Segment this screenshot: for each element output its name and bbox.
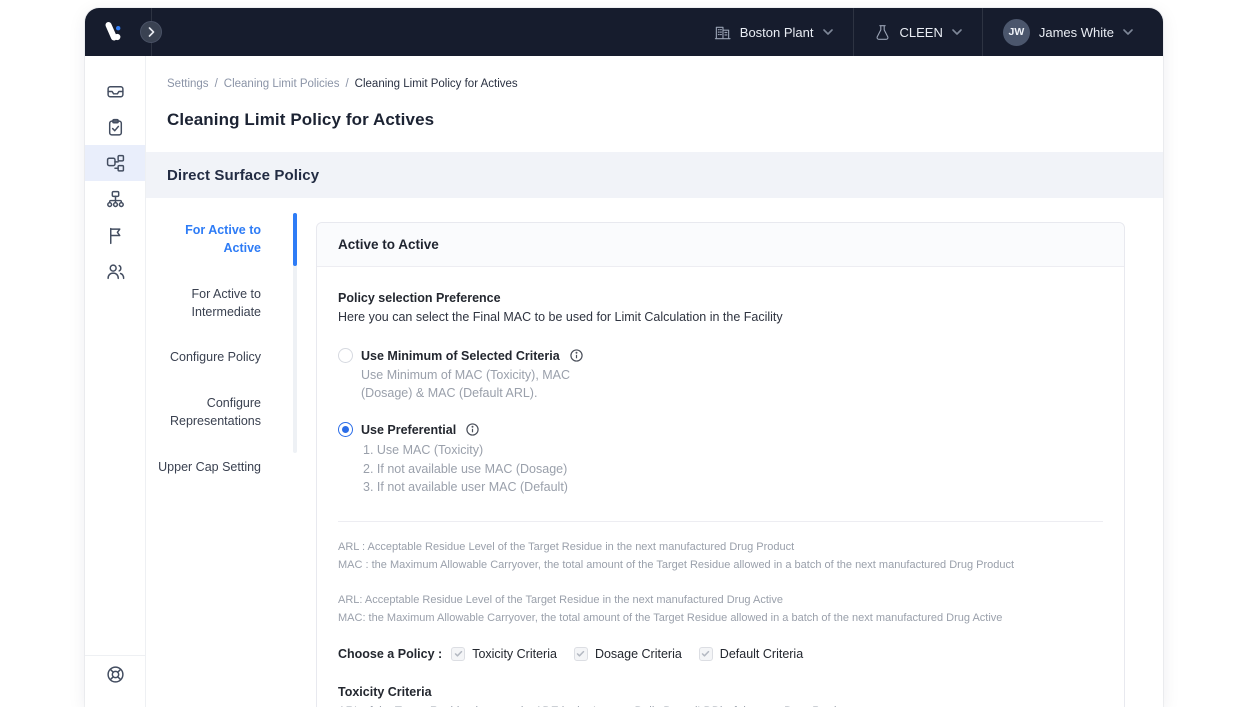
subnav-for-active-to-active[interactable]: For Active to Active: [149, 221, 261, 257]
plant-selector-label: Boston Plant: [740, 25, 814, 40]
breadcrumb-cleaning-limit-policies[interactable]: Cleaning Limit Policies: [224, 78, 340, 90]
panel-header: Active to Active: [317, 223, 1124, 267]
page-title: Cleaning Limit Policy for Actives: [167, 110, 434, 130]
checkbox-checked-icon[interactable]: [699, 647, 713, 661]
mac-definition: MAC: the Maximum Allowable Carryover, th…: [338, 609, 1103, 627]
preferential-step: 3. If not available user MAC (Default): [363, 478, 1103, 497]
option-label: Use Preferential: [361, 423, 456, 437]
policy-sub-area: For Active to Active For Active to Inter…: [146, 198, 1163, 707]
sidebar-item-policies[interactable]: [85, 145, 145, 181]
avatar: JW: [1003, 19, 1030, 46]
main-content: Settings / Cleaning Limit Policies / Cle…: [146, 56, 1163, 707]
sidebar-item-hierarchy[interactable]: [85, 181, 145, 217]
info-icon[interactable]: [466, 423, 479, 436]
product-selector[interactable]: CLEEN: [853, 8, 982, 56]
life-buoy-icon: [106, 665, 125, 684]
chevron-down-icon: [823, 29, 833, 35]
policy-selection-subtext: Here you can select the Final MAC to be …: [338, 309, 1103, 325]
icon-sidebar: [85, 56, 146, 707]
breadcrumb-current: Cleaning Limit Policy for Actives: [355, 78, 518, 90]
chevron-down-icon: [1123, 29, 1133, 35]
sidebar-item-support[interactable]: [106, 665, 125, 689]
choose-policy-row: Choose a Policy : Toxicity Criteria: [338, 647, 1103, 661]
sidebar-item-inbox[interactable]: [85, 73, 145, 109]
preferential-step: 2. If not available use MAC (Dosage): [363, 460, 1103, 479]
choose-policy-label: Choose a Policy :: [338, 647, 442, 661]
flask-icon: [874, 24, 891, 41]
sidebar-item-flags[interactable]: [85, 217, 145, 253]
radio-use-preferential[interactable]: Use Preferential: [338, 422, 1103, 437]
subnav-for-active-to-intermediate[interactable]: For Active to Intermediate: [149, 285, 261, 321]
chevron-right-icon: [148, 27, 155, 37]
product-selector-label: CLEEN: [900, 25, 943, 40]
preferential-order-list: 1. Use MAC (Toxicity) 2. If not availabl…: [363, 441, 1103, 497]
sidebar-item-tasks[interactable]: [85, 109, 145, 145]
radio-use-minimum[interactable]: Use Minimum of Selected Criteria: [338, 348, 1103, 363]
app-window: Boston Plant CLEEN JW James White: [85, 8, 1163, 707]
brand-logo-icon: [101, 20, 125, 44]
arl-definition: ARL: Acceptable Residue Level of the Tar…: [338, 591, 1103, 609]
plant-selector[interactable]: Boston Plant: [694, 8, 853, 56]
subnav-upper-cap-setting[interactable]: Upper Cap Setting: [149, 458, 261, 476]
sidebar-collapse-button[interactable]: [140, 21, 162, 43]
checkbox-default-criteria[interactable]: Default Criteria: [699, 647, 803, 661]
definitions-drug-active: ARL: Acceptable Residue Level of the Tar…: [338, 591, 1103, 627]
preferential-step: 1. Use MAC (Toxicity): [363, 441, 1103, 460]
toxicity-criteria-description: ARL of the Target Residue is set as its …: [338, 704, 1103, 707]
inbox-icon: [106, 82, 125, 101]
radio-icon-selected[interactable]: [338, 422, 353, 437]
active-to-active-panel: Active to Active Policy selection Prefer…: [316, 222, 1125, 707]
users-icon: [106, 262, 125, 281]
section-title: Direct Surface Policy: [167, 167, 319, 184]
subnav-configure-policy[interactable]: Configure Policy: [149, 348, 261, 366]
option-use-preferential: Use Preferential 1. Use MAC (Toxicity) 2…: [338, 422, 1103, 497]
checkbox-toxicity-criteria[interactable]: Toxicity Criteria: [451, 647, 557, 661]
clipboard-check-icon: [106, 118, 125, 137]
header-logo-area: [85, 8, 152, 56]
sidebar-item-users[interactable]: [85, 253, 145, 289]
checkbox-checked-icon[interactable]: [451, 647, 465, 661]
checkbox-checked-icon[interactable]: [574, 647, 588, 661]
sitemap-icon: [106, 190, 125, 209]
breadcrumb-separator: /: [345, 78, 348, 90]
option-description: Use Minimum of MAC (Toxicity), MAC (Dosa…: [361, 366, 573, 402]
workflow-icon: [106, 154, 125, 173]
user-menu[interactable]: JW James White: [982, 8, 1153, 56]
checkbox-dosage-criteria[interactable]: Dosage Criteria: [574, 647, 682, 661]
flag-icon: [106, 226, 125, 245]
arl-definition: ARL : Acceptable Residue Level of the Ta…: [338, 538, 1103, 556]
checkbox-label: Default Criteria: [720, 647, 803, 661]
subnav-configure-representations[interactable]: Configure Representations: [149, 394, 261, 430]
divider: [338, 521, 1103, 522]
panel-title: Active to Active: [338, 237, 439, 252]
option-label: Use Minimum of Selected Criteria: [361, 349, 560, 363]
checkbox-label: Toxicity Criteria: [472, 647, 557, 661]
building-icon: [714, 24, 731, 41]
sidebar-bottom: [85, 655, 145, 689]
checkbox-label: Dosage Criteria: [595, 647, 682, 661]
breadcrumb-settings[interactable]: Settings: [167, 78, 209, 90]
radio-icon-unselected[interactable]: [338, 348, 353, 363]
info-icon[interactable]: [570, 349, 583, 362]
policy-selection-heading: Policy selection Preference: [338, 290, 1103, 306]
chevron-down-icon: [952, 29, 962, 35]
top-header: Boston Plant CLEEN JW James White: [85, 8, 1163, 56]
mac-definition: MAC : the Maximum Allowable Carryover, t…: [338, 556, 1103, 574]
subnav-active-indicator: [293, 213, 297, 266]
breadcrumb-separator: /: [215, 78, 218, 90]
toxicity-criteria-heading: Toxicity Criteria: [338, 685, 1103, 699]
user-name-label: James White: [1039, 25, 1114, 40]
definitions-drug-product: ARL : Acceptable Residue Level of the Ta…: [338, 538, 1103, 574]
header-right: Boston Plant CLEEN JW James White: [694, 8, 1163, 56]
breadcrumb: Settings / Cleaning Limit Policies / Cle…: [167, 78, 518, 90]
subnav-track: [293, 213, 297, 453]
section-header: Direct Surface Policy: [146, 152, 1163, 198]
option-use-minimum: Use Minimum of Selected Criteria Use Min…: [338, 348, 1103, 402]
